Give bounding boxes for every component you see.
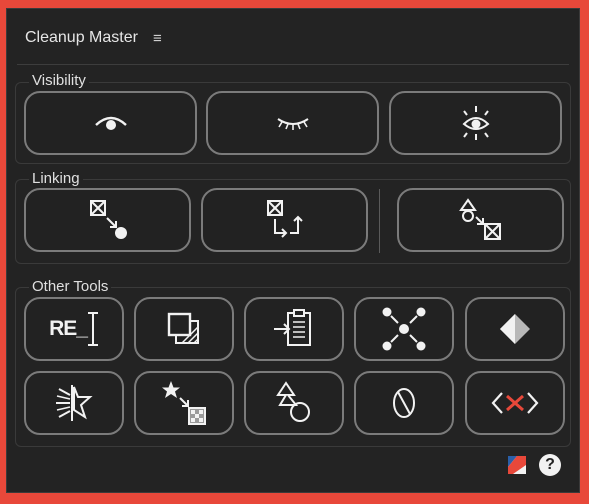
null-object-button[interactable] [354, 371, 454, 435]
hide-layers-button[interactable] [206, 91, 379, 155]
shapes-button[interactable] [244, 371, 344, 435]
paste-into-button[interactable] [244, 297, 344, 361]
help-label: ? [545, 456, 555, 473]
linking-divider [379, 189, 380, 253]
remove-expressions-icon [491, 392, 539, 414]
linking-label: Linking [29, 170, 83, 187]
brand-logo-icon[interactable] [507, 455, 527, 475]
keyframe-icon [500, 314, 530, 344]
cleanup-master-panel: Cleanup Master ≡ Visibility Linking Othe… [6, 8, 580, 493]
null-object-icon [393, 388, 415, 418]
remove-expressions-button[interactable] [465, 371, 565, 435]
panel-title: Cleanup Master [25, 29, 138, 46]
paste-into-icon [274, 309, 311, 346]
other-tools-label: Other Tools [29, 278, 112, 295]
precompose-button[interactable] [134, 297, 234, 361]
link-to-null-icon [89, 200, 127, 239]
center-anchor-button[interactable] [354, 297, 454, 361]
show-layers-button[interactable] [24, 91, 197, 155]
solo-layers-button[interactable] [389, 91, 562, 155]
eye-open-icon [94, 116, 127, 130]
star-to-layer-button[interactable] [134, 371, 234, 435]
visibility-label: Visibility [29, 72, 89, 89]
hamburger-menu-icon[interactable]: ≡ [153, 30, 162, 47]
swap-link-icon [266, 200, 303, 238]
link-shapes-button[interactable] [397, 188, 564, 252]
star-to-layer-icon [162, 381, 206, 425]
shapes-icon [276, 381, 310, 422]
eye-bright-icon [462, 106, 489, 140]
keyframe-button[interactable] [465, 297, 565, 361]
header-divider [17, 64, 569, 65]
rename-icon: RE_ [49, 311, 99, 347]
swap-link-button[interactable] [201, 188, 368, 252]
link-to-null-button[interactable] [24, 188, 191, 252]
burst-icon [56, 385, 93, 421]
center-anchor-icon [382, 307, 426, 351]
precompose-icon [167, 312, 199, 344]
link-shapes-icon [458, 198, 501, 240]
eye-closed-icon [276, 118, 309, 130]
burst-button[interactable] [24, 371, 124, 435]
help-icon[interactable]: ? [539, 454, 561, 476]
rename-button[interactable]: RE_ [24, 297, 124, 361]
rename-icon-text: RE_ [49, 317, 88, 340]
